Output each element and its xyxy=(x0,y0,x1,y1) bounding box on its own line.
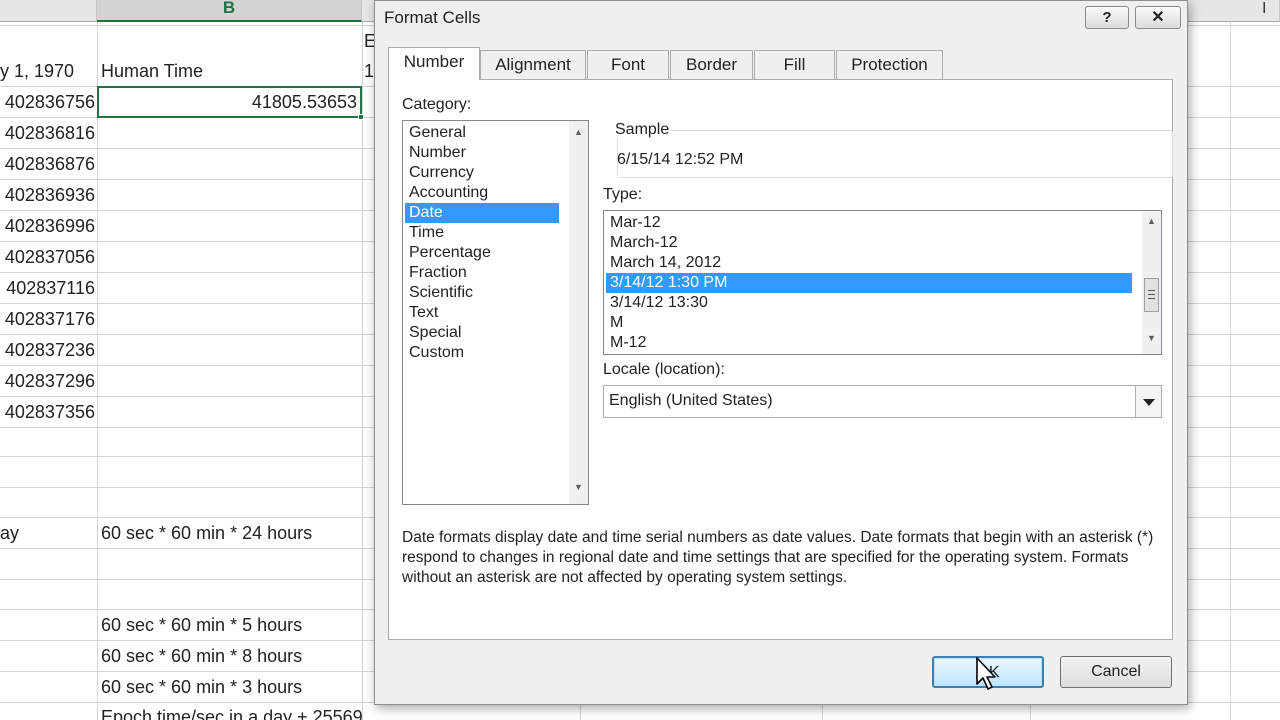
cell-a-value[interactable]: 402836876 xyxy=(0,149,95,179)
active-cell-b[interactable]: 41805.53653 xyxy=(97,86,364,120)
type-item[interactable]: Mar-12 xyxy=(606,213,1132,233)
mouse-pointer-icon xyxy=(976,657,996,690)
cell-b-header[interactable]: Human Time xyxy=(101,56,359,86)
sample-label: Sample xyxy=(613,121,672,139)
format-description: Date formats display date and time seria… xyxy=(402,529,1154,586)
category-item-time[interactable]: Time xyxy=(405,223,559,243)
locale-label: Locale (location): xyxy=(603,361,725,378)
type-item[interactable]: March-12 xyxy=(606,233,1132,253)
grip-line xyxy=(1148,298,1155,299)
gridline-v xyxy=(97,22,98,720)
gridline-v xyxy=(1230,22,1231,720)
up-arrow-icon[interactable]: ▲ xyxy=(569,127,588,137)
grip-line xyxy=(1148,294,1155,295)
cell-a-value[interactable]: 402837296 xyxy=(0,366,95,396)
type-item[interactable]: M-12 xyxy=(606,333,1132,353)
category-item-scientific[interactable]: Scientific xyxy=(405,283,559,303)
type-item[interactable]: March 14, 2012 xyxy=(606,253,1132,273)
type-scrollbar[interactable]: ▲ ▼ xyxy=(1142,211,1161,354)
down-arrow-icon[interactable]: ▼ xyxy=(569,482,588,492)
scroll-thumb[interactable] xyxy=(1144,278,1159,312)
column-header-b-label: B xyxy=(222,0,236,17)
chevron-down-icon[interactable] xyxy=(1135,386,1161,417)
cell-b-day[interactable]: 60 sec * 60 min * 24 hours xyxy=(101,518,359,548)
category-item-currency[interactable]: Currency xyxy=(405,163,559,183)
cell-a-day[interactable]: ay xyxy=(0,518,95,548)
down-arrow-icon[interactable]: ▼ xyxy=(1142,333,1161,343)
gridline-v xyxy=(362,22,363,720)
close-button[interactable]: ✕ xyxy=(1135,6,1181,29)
up-arrow-icon[interactable]: ▲ xyxy=(1142,216,1161,226)
cell-a-value[interactable]: 402837236 xyxy=(0,335,95,365)
tab-number[interactable]: Number xyxy=(388,47,480,80)
tab-protection[interactable]: Protection xyxy=(836,50,943,79)
column-header-b[interactable]: B xyxy=(97,0,362,22)
category-item-special[interactable]: Special xyxy=(405,323,559,343)
type-item[interactable]: 3/14/12 1:30 PM xyxy=(606,273,1132,293)
category-list[interactable]: General Number Currency Accounting Date Time P… xyxy=(402,120,589,505)
category-label: Category: xyxy=(402,96,472,113)
help-button[interactable]: ? xyxy=(1085,6,1129,29)
category-item-accounting[interactable]: Accounting xyxy=(405,183,559,203)
column-header-a[interactable] xyxy=(0,0,97,22)
locale-select[interactable]: English (United States) xyxy=(603,385,1162,418)
cell-a-value[interactable]: 402836816 xyxy=(0,118,95,148)
tab-font[interactable]: Font xyxy=(587,50,669,79)
fill-handle[interactable] xyxy=(358,114,364,120)
category-item-date[interactable]: Date xyxy=(405,203,559,223)
category-item-text[interactable]: Text xyxy=(405,303,559,323)
grip-line xyxy=(1148,290,1155,291)
cell-b-5h[interactable]: 60 sec * 60 min * 5 hours xyxy=(101,610,359,640)
category-item-custom[interactable]: Custom xyxy=(405,343,559,363)
text-cursor-icon: I xyxy=(1262,0,1267,17)
cell-a-value[interactable]: 402836996 xyxy=(0,211,95,241)
cell-b-3h[interactable]: 60 sec * 60 min * 3 hours xyxy=(101,672,359,702)
format-cells-dialog: Format Cells ? ✕ Number Alignment Font B… xyxy=(374,0,1188,705)
cell-a-value[interactable]: 402837056 xyxy=(0,242,95,272)
active-cell-value: 41805.53653 xyxy=(251,92,357,112)
tab-fill[interactable]: Fill xyxy=(754,50,835,79)
cell-a-value[interactable]: 402837176 xyxy=(0,304,95,334)
dialog-title: Format Cells xyxy=(384,8,481,27)
type-list[interactable]: Mar-12 March-12 March 14, 2012 3/14/12 1:30… xyxy=(603,210,1162,355)
category-item-percentage[interactable]: Percentage xyxy=(405,243,559,263)
dialog-titlebar[interactable]: Format Cells ? ✕ xyxy=(375,1,1187,35)
locale-value: English (United States) xyxy=(609,392,773,409)
cell-a-value[interactable]: 402837116 xyxy=(0,273,95,303)
type-label: Type: xyxy=(603,186,643,203)
sample-value: 6/15/14 12:52 PM xyxy=(617,151,744,168)
cell-a-value[interactable]: 402836936 xyxy=(0,180,95,210)
category-item-number[interactable]: Number xyxy=(405,143,559,163)
tab-alignment[interactable]: Alignment xyxy=(480,50,586,79)
tab-border[interactable]: Border xyxy=(670,50,753,79)
cell-a-value[interactable]: 402837356 xyxy=(0,397,95,427)
cancel-button[interactable]: Cancel xyxy=(1060,656,1172,688)
category-item-general[interactable]: General xyxy=(405,123,559,143)
type-item[interactable]: 3/14/12 13:30 xyxy=(606,293,1132,313)
cell-a-header[interactable]: y 1, 1970 xyxy=(0,56,95,86)
category-item-fraction[interactable]: Fraction xyxy=(405,263,559,283)
type-item[interactable]: M xyxy=(606,313,1132,333)
category-scrollbar[interactable]: ▲ ▼ xyxy=(569,121,588,504)
cell-a-value[interactable]: 402836756 xyxy=(0,87,95,117)
number-tab-panel: Category: General Number Currency Accountin… xyxy=(388,79,1173,640)
cell-b-8h[interactable]: 60 sec * 60 min * 8 hours xyxy=(101,641,359,671)
